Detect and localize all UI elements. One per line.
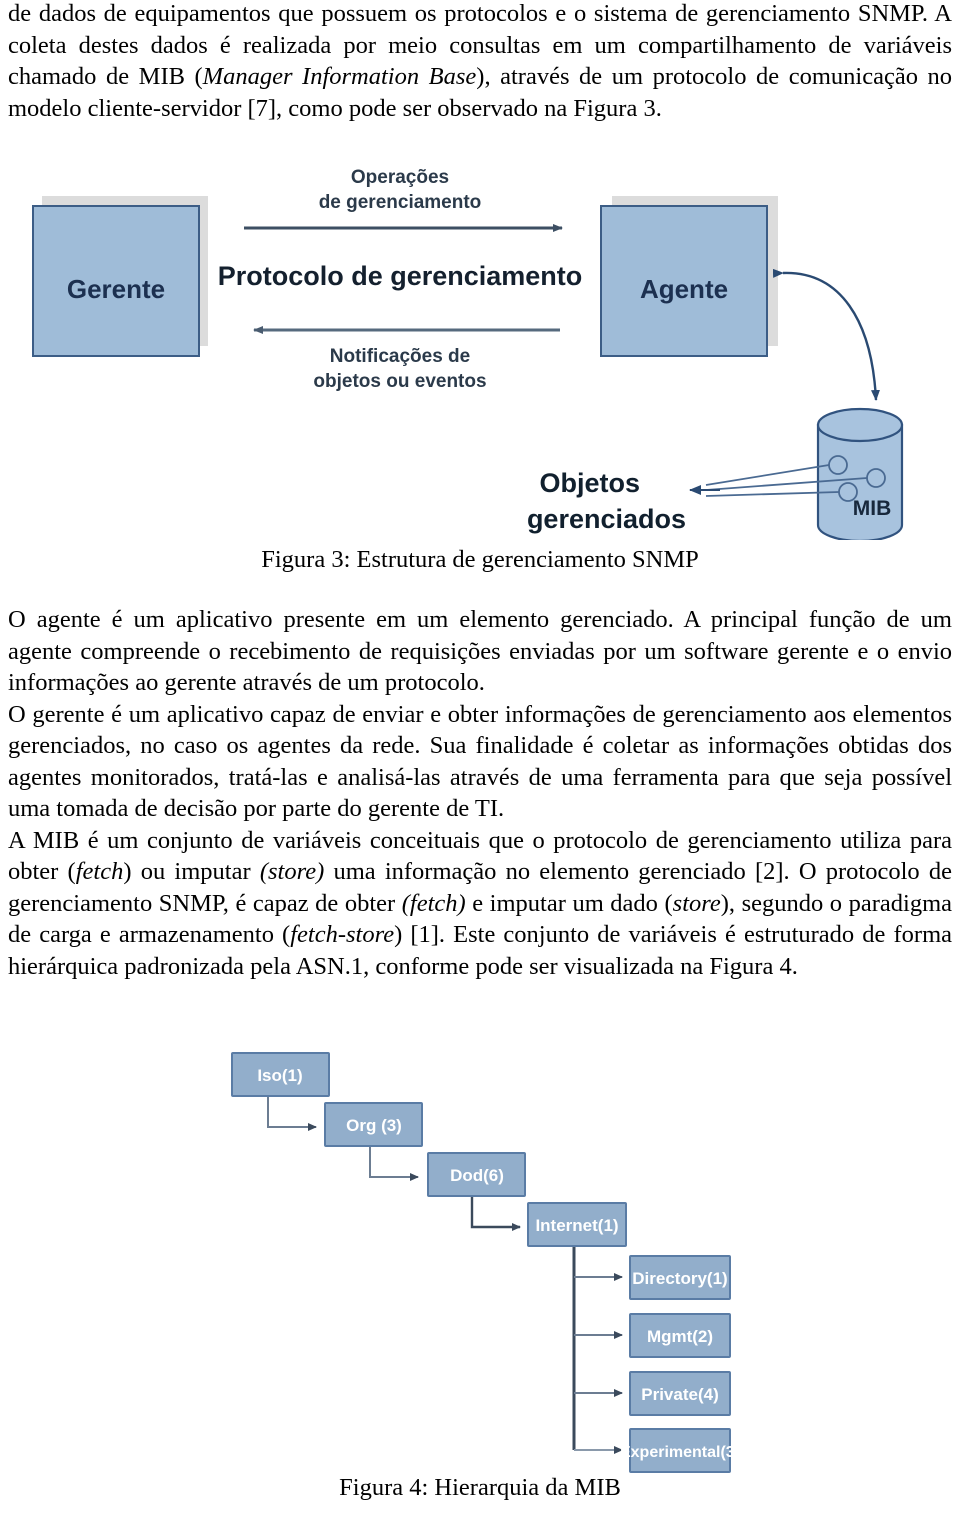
tree-node-private-label: Private(4) — [641, 1385, 718, 1404]
term-fetch-2: (fetch) — [401, 889, 466, 917]
document-page: de dados de equipamentos que possuem os … — [0, 0, 960, 1513]
tree-node-directory-label: Directory(1) — [632, 1269, 727, 1288]
tree-node-private: Private(4) — [629, 1371, 731, 1416]
notifications-label-line1: Notificações de — [330, 346, 470, 367]
tree-node-dod-label: Dod(6) — [450, 1166, 504, 1185]
paragraph-agent: O agente é um aplicativo presente em um … — [8, 606, 952, 696]
manager-node-label: Gerente — [67, 274, 165, 304]
tree-node-dod: Dod(6) — [427, 1152, 526, 1197]
tree-node-internet: Internet(1) — [527, 1202, 627, 1247]
agent-node-label: Agente — [640, 274, 728, 304]
mib-label: MIB — [853, 497, 892, 520]
tree-node-org: Org (3) — [324, 1102, 423, 1147]
paragraph-intro-italic: Manager Information Base — [202, 63, 477, 90]
paragraph-intro: de dados de equipamentos que possuem os … — [8, 0, 952, 124]
mib-cylinder-body — [816, 423, 904, 540]
tree-node-directory: Directory(1) — [629, 1255, 731, 1300]
tree-node-internet-label: Internet(1) — [535, 1216, 618, 1235]
managed-objects-label-line2: gerenciados — [527, 504, 686, 534]
figure-4-caption: Figura 4: Hierarquia da MIB — [339, 1474, 621, 1501]
managed-object-dot-1 — [828, 455, 848, 475]
paragraph-mib: A MIB é um conjunto de variáveis conceit… — [8, 825, 952, 983]
operations-label-line1: Operações — [351, 167, 449, 188]
connector-dod-internet — [470, 1196, 521, 1231]
term-store-2: store — [672, 889, 721, 917]
protocol-label: Protocolo de gerenciamento — [218, 261, 583, 291]
figure-3-caption: Figura 3: Estrutura de gerenciamento SNM… — [261, 546, 699, 573]
term-store-1: (store) — [259, 858, 325, 885]
paragraph-block-middle: O agente é um aplicativo presente em um … — [8, 604, 952, 982]
tree-node-org-label: Org (3) — [346, 1116, 402, 1135]
paragraph-mib-d: e imputar um dado ( — [465, 889, 673, 917]
mib-cylinder: MIB — [816, 407, 904, 540]
managed-object-dot-2 — [866, 468, 886, 488]
tree-node-mgmt-label: Mgmt(2) — [647, 1327, 713, 1346]
tree-node-mgmt: Mgmt(2) — [629, 1313, 731, 1358]
manager-node: Gerente — [32, 196, 208, 357]
agent-mib-arrow — [772, 268, 880, 401]
notifications-label-line2: objetos ou eventos — [313, 371, 486, 392]
tree-node-iso-label: Iso(1) — [257, 1066, 302, 1085]
term-fetch-store: fetch-store — [290, 921, 395, 948]
figure-4-mib-hierarchy: Iso(1) Org (3) Dod(6) Internet(1) Direct… — [0, 1030, 960, 1480]
tree-node-iso: Iso(1) — [231, 1052, 330, 1097]
tree-node-experimental: Experimental(3) — [620, 1428, 740, 1473]
mib-cylinder-top — [816, 407, 904, 443]
paragraph-block-top: de dados de equipamentos que possuem os … — [8, 0, 952, 124]
paragraph-mib-b: ) ou imputar — [123, 858, 260, 885]
figure-3-snmp-management-structure: Gerente Agente Operações de gerenciament… — [0, 140, 960, 540]
connector-org-dod — [369, 1146, 419, 1181]
agent-node: Agente — [600, 196, 778, 357]
term-fetch-1: fetch — [75, 858, 124, 885]
managed-objects-label-line1: Objetos — [539, 468, 640, 498]
connector-iso-org — [267, 1096, 317, 1131]
paragraph-manager: O gerente é um aplicativo capaz de envia… — [8, 700, 952, 823]
tree-node-experimental-label: Experimental(3) — [620, 1444, 740, 1461]
operations-label-line2: de gerenciamento — [319, 192, 482, 213]
